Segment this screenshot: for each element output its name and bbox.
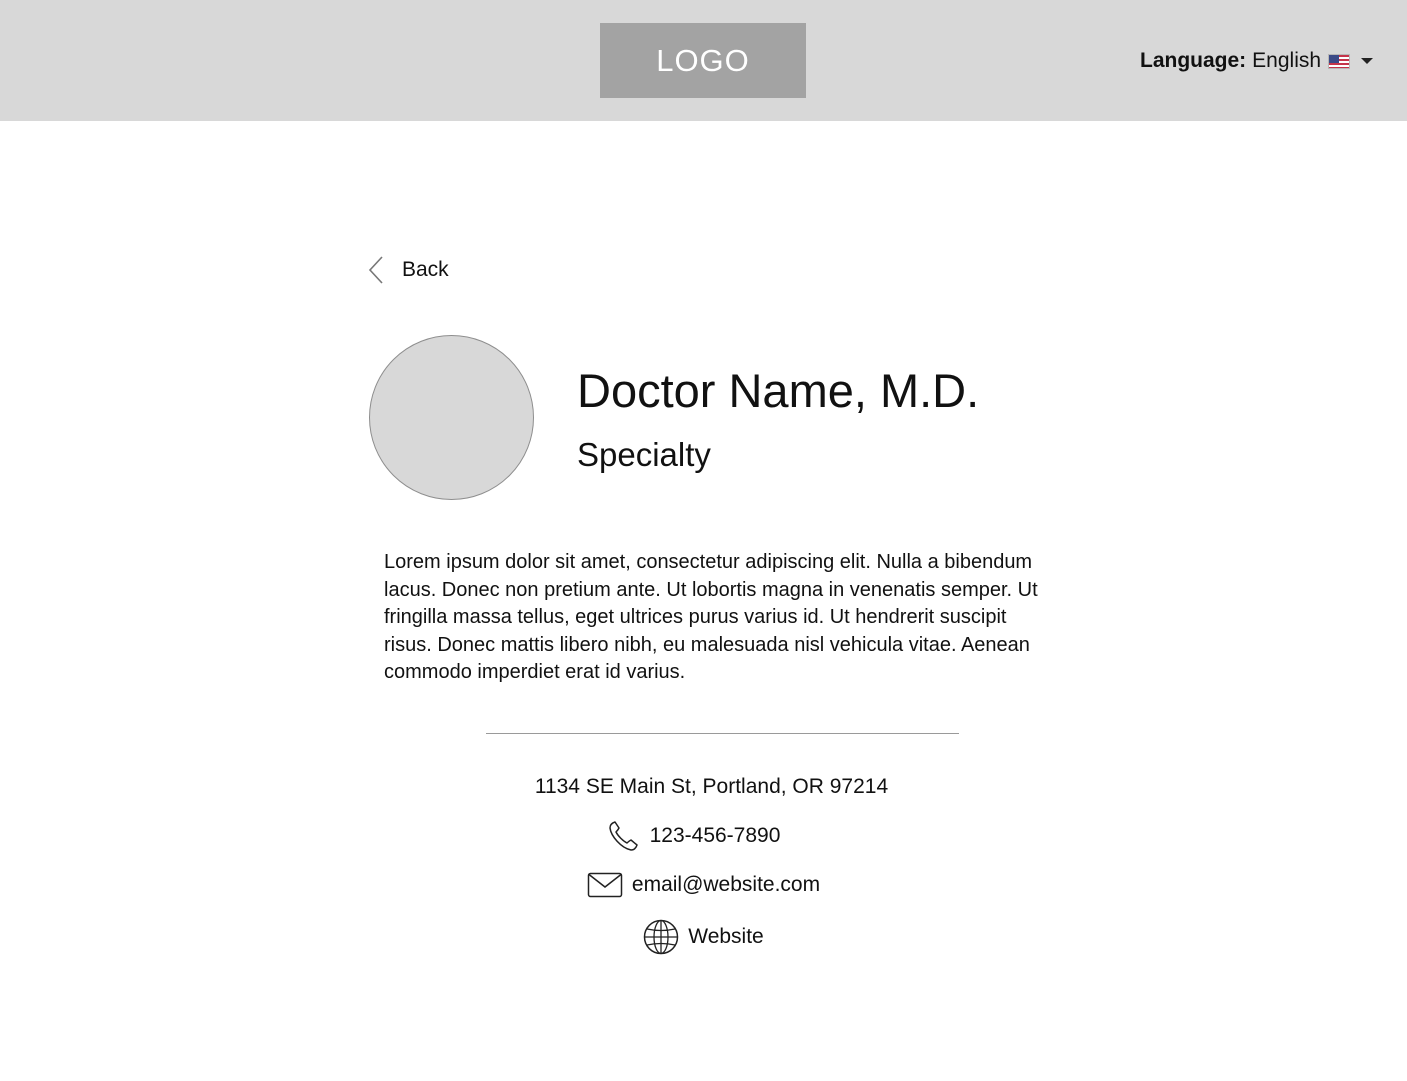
phone-number: 123-456-7890: [649, 824, 781, 847]
top-header: LOGO Language: English: [0, 0, 1407, 121]
address-row: 1134 SE Main St, Portland, OR 97214: [0, 772, 1407, 802]
globe-icon: [643, 919, 679, 955]
logo[interactable]: LOGO: [600, 23, 806, 98]
doctor-name: Doctor Name, M.D.: [577, 364, 980, 417]
doctor-profile-page: LOGO Language: English Back Doctor Name,…: [0, 0, 1407, 1081]
phone-icon: [607, 819, 641, 853]
chevron-left-icon: [368, 256, 383, 284]
divider: [486, 733, 959, 734]
address-text: 1134 SE Main St, Portland, OR 97214: [534, 775, 889, 798]
doctor-specialty: Specialty: [577, 436, 711, 473]
phone-row[interactable]: 123-456-7890: [0, 818, 1407, 854]
email-row[interactable]: email@website.com: [0, 868, 1407, 902]
doctor-bio: Lorem ipsum dolor sit amet, consectetur …: [384, 551, 1038, 683]
us-flag-icon: [1328, 53, 1351, 69]
dropdown-caret-icon: [1361, 58, 1374, 64]
language-selector[interactable]: Language: English: [1140, 47, 1374, 75]
language-label: Language:: [1140, 49, 1247, 72]
doctor-avatar: [369, 335, 534, 500]
envelope-icon: [587, 871, 623, 899]
website-link: Website: [688, 925, 764, 948]
back-link[interactable]: Back: [367, 254, 449, 286]
language-value: English: [1252, 49, 1322, 72]
website-row[interactable]: Website: [0, 918, 1407, 956]
back-label: Back: [402, 258, 449, 281]
email-address: email@website.com: [631, 873, 821, 896]
